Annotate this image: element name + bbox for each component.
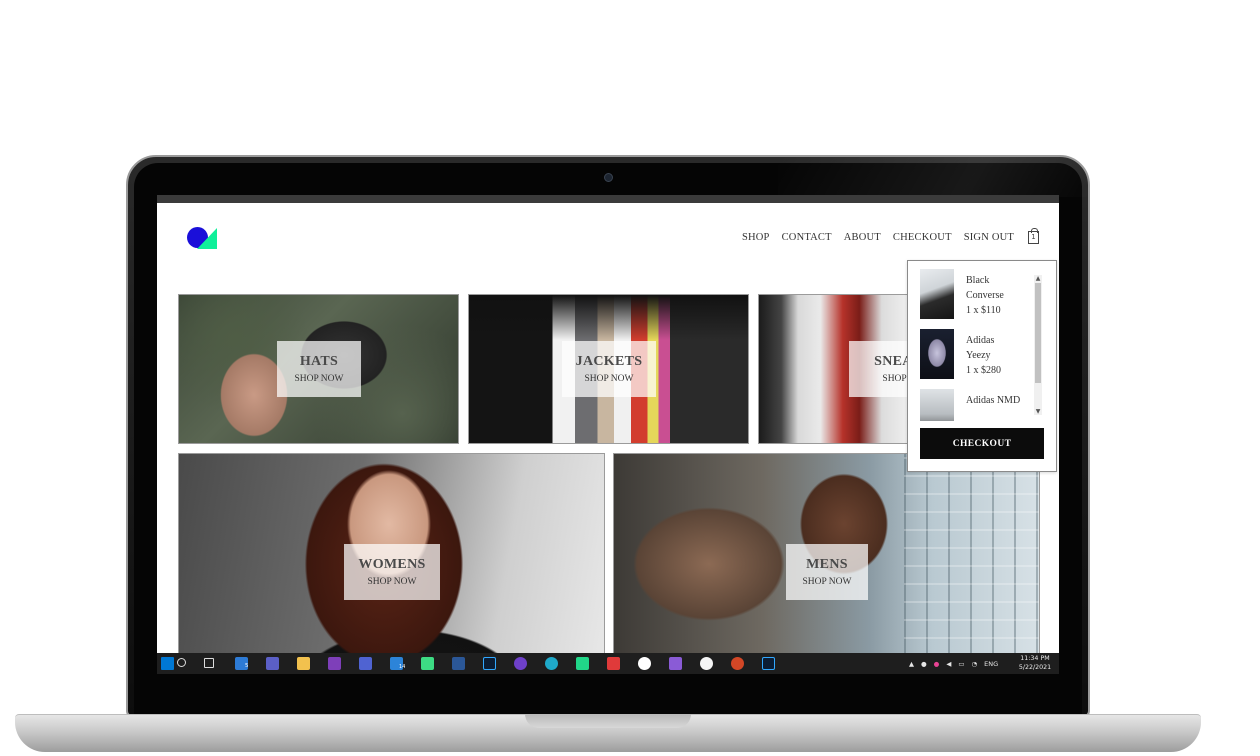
app-icon[interactable] [328, 657, 341, 670]
app-tray-icon[interactable]: ● [934, 660, 940, 668]
cart-item: Adidas Yeezy 1 x $280 [920, 329, 1044, 380]
files-badge: 14 [399, 664, 406, 670]
photoshop-icon[interactable] [762, 657, 775, 670]
app-icon[interactable] [638, 657, 651, 670]
shop-now-link[interactable]: SHOP NOW [803, 577, 852, 587]
word-icon[interactable] [452, 657, 465, 670]
cart-count: 1 [1031, 233, 1036, 241]
category-label: JACKETS SHOP NOW [562, 341, 656, 397]
teams-icon[interactable] [266, 657, 279, 670]
shopping-bag-icon[interactable]: 1 [1028, 228, 1039, 244]
item-name: Yeezy [966, 350, 991, 361]
category-label: MENS SHOP NOW [786, 544, 868, 600]
taskbar: 5 14 ▲ ● ● ◀ ▭ ◔ ENG 11:34 PM 5/22/2021 [157, 653, 1059, 674]
app-icon[interactable] [700, 657, 713, 670]
category-womens[interactable]: WOMENS SHOP NOW [178, 453, 605, 674]
battery-icon[interactable]: ▭ [958, 660, 964, 668]
clock-date: 5/22/2021 [1018, 663, 1052, 671]
main-nav: SHOP CONTACT ABOUT CHECKOUT SIGN OUT 1 [742, 228, 1039, 244]
nav-about[interactable]: ABOUT [844, 232, 881, 243]
nav-checkout[interactable]: CHECKOUT [893, 232, 952, 243]
shop-now-link[interactable]: SHOP NOW [368, 577, 417, 587]
item-qty-price: 1 x $110 [966, 305, 1001, 316]
microphone-icon[interactable]: ● [921, 660, 927, 668]
webstorm-icon[interactable] [576, 657, 589, 670]
system-tray: ▲ ● ● ◀ ▭ ◔ ENG [909, 653, 998, 674]
cart-scrollbar[interactable]: ▲ ▼ [1034, 275, 1042, 415]
windows-start-icon[interactable] [161, 657, 174, 670]
shop-now-link[interactable]: SHOP NOW [585, 374, 634, 384]
nav-contact[interactable]: CONTACT [782, 232, 832, 243]
category-label: HATS SHOP NOW [277, 341, 361, 397]
task-view-icon[interactable] [204, 658, 214, 668]
mail-badge: 5 [245, 663, 249, 669]
browser-strip [157, 195, 1059, 203]
clock[interactable]: 11:34 PM 5/22/2021 [1016, 655, 1054, 672]
cart-item: Black Converse 1 x $110 [920, 269, 1044, 320]
category-title: WOMENS [358, 557, 426, 572]
pycharm-icon[interactable] [421, 657, 434, 670]
laptop-notch [525, 714, 691, 728]
product-thumbnail [920, 269, 954, 319]
item-name: Adidas NMD [966, 395, 1021, 406]
shop-now-link[interactable]: SHOP NOW [295, 374, 344, 384]
item-name: Adidas [966, 335, 995, 346]
item-qty-price: 1 x $280 [966, 365, 1001, 376]
chevron-up-icon[interactable]: ▲ [909, 660, 914, 668]
webcam [604, 173, 613, 182]
item-name: Converse [966, 290, 1004, 301]
cart-item-info: Adidas NMD [966, 389, 1020, 421]
search-icon[interactable] [177, 658, 186, 667]
wifi-icon[interactable]: ◔ [972, 660, 978, 668]
category-jackets[interactable]: JACKETS SHOP NOW [468, 294, 749, 444]
category-title: HATS [299, 354, 339, 369]
category-mens[interactable]: MENS SHOP NOW [613, 453, 1040, 674]
discord-icon[interactable] [359, 657, 372, 670]
cart-item-info: Black Converse 1 x $110 [966, 269, 1004, 320]
scroll-down-icon[interactable]: ▼ [1034, 408, 1042, 415]
speaker-icon[interactable]: ◀ [946, 660, 951, 668]
language-indicator[interactable]: ENG [984, 660, 998, 668]
cart-item: Adidas NMD [920, 389, 1044, 421]
logo[interactable] [187, 227, 217, 249]
scroll-up-icon[interactable]: ▲ [1034, 275, 1042, 282]
checkout-button[interactable]: CHECKOUT [920, 428, 1044, 459]
clock-time: 11:34 PM [1020, 655, 1050, 662]
category-label: WOMENS SHOP NOW [344, 544, 440, 600]
scrollbar-thumb[interactable] [1035, 283, 1041, 383]
cart-item-info: Adidas Yeezy 1 x $280 [966, 329, 1001, 380]
visual-studio-icon[interactable] [669, 657, 682, 670]
github-icon[interactable] [514, 657, 527, 670]
item-name: Black [966, 275, 990, 286]
edge-icon[interactable] [545, 657, 558, 670]
screen: SHOP CONTACT ABOUT CHECKOUT SIGN OUT 1 H… [157, 195, 1059, 674]
powerpoint-icon[interactable] [731, 657, 744, 670]
file-explorer-icon[interactable] [297, 657, 310, 670]
datagrip-icon[interactable] [607, 657, 620, 670]
photoshop-icon[interactable] [483, 657, 496, 670]
lid-glare [778, 157, 1098, 197]
product-thumbnail [920, 389, 954, 421]
category-title: MENS [806, 557, 848, 572]
product-thumbnail [920, 329, 954, 379]
cart-dropdown: Black Converse 1 x $110 Adidas Yeezy 1 x… [907, 260, 1057, 472]
category-title: JACKETS [575, 354, 643, 369]
nav-sign-out[interactable]: SIGN OUT [964, 232, 1014, 243]
category-hats[interactable]: HATS SHOP NOW [178, 294, 459, 444]
nav-shop[interactable]: SHOP [742, 232, 770, 243]
cart-items-list[interactable]: Black Converse 1 x $110 Adidas Yeezy 1 x… [920, 269, 1044, 421]
